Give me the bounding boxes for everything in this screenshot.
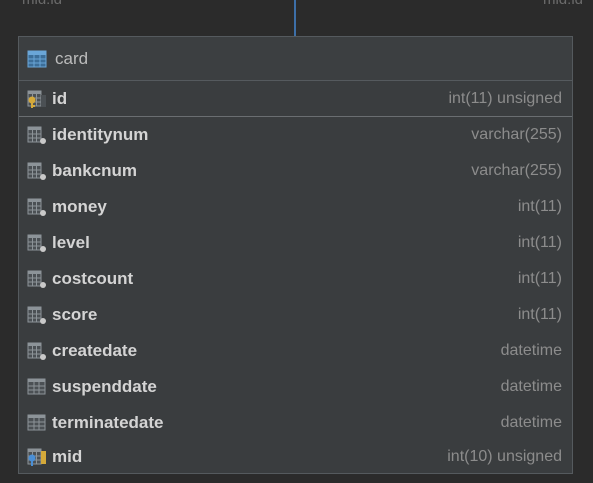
column-row-bankcnum[interactable]: bankcnum varchar(255)	[19, 153, 572, 189]
column-type: datetime	[500, 378, 562, 395]
table-name: card	[55, 48, 89, 68]
column-name: identitynum	[52, 125, 149, 144]
column-icon	[27, 233, 47, 253]
column-name: level	[52, 233, 90, 252]
column-name: id	[52, 88, 68, 108]
foreign-key-column-icon	[27, 447, 47, 467]
column-row-terminatedate[interactable]: terminatedate datetime	[19, 405, 572, 441]
column-type: int(11) unsigned	[448, 89, 562, 107]
upper-column-label-right: mid:id	[543, 0, 583, 8]
upper-table-fragment: mid:id mid:id	[0, 0, 593, 38]
column-row-score[interactable]: score int(11)	[19, 297, 572, 333]
column-name: suspenddate	[52, 377, 157, 396]
table-header[interactable]: card	[19, 37, 572, 81]
column-type: int(11)	[517, 270, 562, 287]
column-name: bankcnum	[52, 161, 138, 180]
primary-key-column-icon	[27, 89, 47, 109]
nullable-column-icon	[27, 413, 47, 433]
column-icon	[27, 269, 47, 289]
column-type: int(11)	[517, 306, 562, 323]
column-row-identitynum[interactable]: identitynum varchar(255)	[19, 117, 572, 153]
column-type: datetime	[500, 342, 562, 359]
column-type: int(11)	[517, 198, 562, 215]
column-type: int(11)	[517, 234, 562, 251]
column-row-mid[interactable]: mid int(10) unsigned	[19, 439, 572, 475]
column-type: int(10) unsigned	[447, 448, 562, 465]
column-icon	[27, 161, 47, 181]
column-row-createdate[interactable]: createdate datetime	[19, 333, 572, 369]
column-row-money[interactable]: money int(11)	[19, 189, 572, 225]
column-name: terminatedate	[52, 413, 164, 432]
column-name: createdate	[52, 341, 138, 360]
column-row-costcount[interactable]: costcount int(11)	[19, 261, 572, 297]
nullable-column-icon	[27, 377, 47, 397]
column-name: mid	[52, 447, 83, 466]
column-name: score	[52, 305, 98, 324]
column-icon	[27, 341, 47, 361]
column-type: varchar(255)	[471, 162, 562, 179]
relationship-connector-line[interactable]	[294, 0, 296, 36]
table-card[interactable]: card id int(11) unsigned identitynum varcha…	[18, 36, 573, 474]
column-name: money	[52, 197, 107, 216]
column-type: datetime	[500, 414, 562, 431]
column-name: costcount	[52, 269, 134, 288]
column-icon	[27, 125, 47, 145]
column-row-suspenddate[interactable]: suspenddate datetime	[19, 369, 572, 405]
column-row-id[interactable]: id int(11) unsigned	[19, 81, 572, 117]
table-icon	[27, 50, 47, 67]
upper-column-label-left: mid:id	[22, 0, 62, 8]
column-icon	[27, 305, 47, 325]
column-type: varchar(255)	[471, 126, 562, 143]
column-row-level[interactable]: level int(11)	[19, 225, 572, 261]
column-icon	[27, 197, 47, 217]
